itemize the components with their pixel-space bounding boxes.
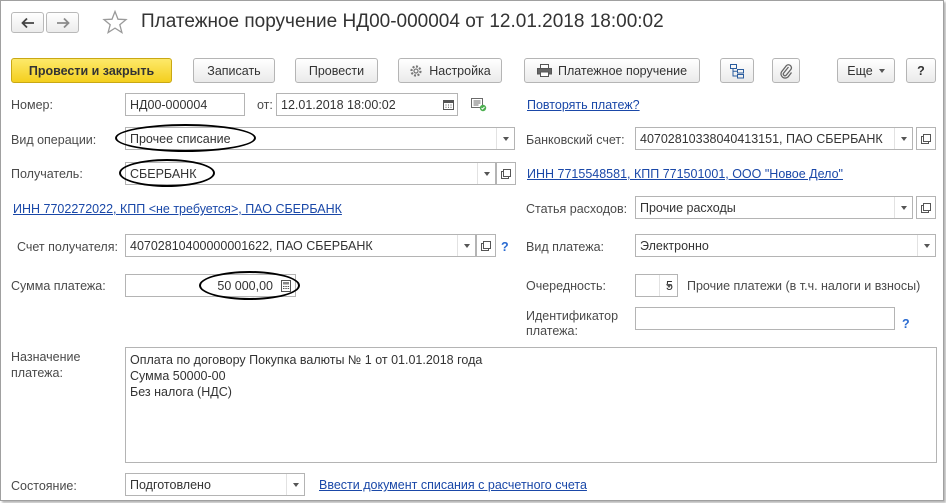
recipient-select[interactable]: СБЕРБАНК [125,162,496,185]
status-label: Состояние: [11,479,77,493]
priority-label: Очередность: [526,279,606,293]
post-button[interactable]: Провести [295,58,378,83]
recipient-account-value: 40702810400000001622, ПАО СБЕРБАНК [130,238,373,253]
forward-button[interactable] [46,12,79,33]
structure-icon [730,63,744,78]
more-label: Еще [847,63,873,78]
paperclip-icon [780,63,793,79]
recipient-label: Получатель: [11,167,83,181]
payment-order-print-button[interactable]: Платежное поручение [524,58,700,83]
recipient-account-select[interactable]: 40702810400000001622, ПАО СБЕРБАНК [125,234,476,257]
chevron-down-icon[interactable] [496,128,514,149]
payment-id-label-line2: платежа: [526,324,578,338]
open-form-icon [481,240,491,251]
recipient-inn-link[interactable]: ИНН 7702272022, КПП <не требуется>, ПАО … [13,202,342,216]
amount-value: 50 000,00 [217,278,273,293]
chevron-down-icon[interactable] [477,163,495,184]
chevron-down-icon[interactable] [659,275,677,296]
amount-field[interactable]: 50 000,00 [125,274,296,297]
open-form-icon [921,133,931,144]
expense-item-value: Прочие расходы [640,200,736,215]
payment-type-value: Электронно [640,238,709,253]
date-label: от: [257,98,273,112]
bank-account-select[interactable]: 40702810338040413151, ПАО СБЕРБАНК [635,127,913,150]
status-value: Подготовлено [130,477,211,492]
purpose-label-line1: Назначение [11,350,81,364]
operation-type-select[interactable]: Прочее списание [125,127,515,150]
structure-button[interactable] [720,58,754,83]
back-button[interactable] [11,12,44,33]
recipient-account-label: Счет получателя: [17,240,118,254]
purpose-line: Без налога (НДС) [130,385,232,399]
chevron-down-icon[interactable] [286,474,304,495]
arrow-right-icon [56,17,70,28]
priority-description: Прочие платежи (в т.ч. налоги и взносы) [687,279,921,293]
payment-type-label: Вид платежа: [526,240,605,254]
enter-writeoff-link[interactable]: Ввести документ списания с расчетного сч… [319,478,587,492]
save-button[interactable]: Записать [193,58,275,83]
repeat-payment-link[interactable]: Повторять платеж? [527,98,640,112]
settings-label: Настройка [429,63,491,78]
chevron-down-icon[interactable] [894,128,912,149]
operation-type-value: Прочее списание [130,131,231,146]
purpose-textarea[interactable]: Оплата по договору Покупка валюты № 1 от… [125,347,937,463]
number-value: НД00-000004 [130,97,208,112]
printer-icon [536,64,552,77]
arrow-left-icon [20,17,34,28]
settings-button[interactable]: Настройка [398,58,502,83]
number-label: Номер: [11,98,53,112]
attach-button[interactable] [772,58,800,83]
help-button[interactable]: ? [906,58,936,83]
payment-id-label-line1: Идентификатор [526,309,619,323]
expense-item-label: Статья расходов: [526,202,628,216]
bank-account-value: 40702810338040413151, ПАО СБЕРБАНК [640,131,883,146]
payment-id-help[interactable]: ? [902,317,910,331]
open-bank-account-button[interactable] [916,127,936,150]
calendar-icon[interactable] [439,94,457,115]
open-expense-item-button[interactable] [916,196,936,219]
more-button[interactable]: Еще [837,58,895,83]
status-select[interactable]: Подготовлено [125,473,305,496]
open-form-icon [501,168,511,179]
recipient-value: СБЕРБАНК [130,166,197,181]
open-recipient-button[interactable] [496,162,516,185]
purpose-label-line2: платежа: [11,366,63,380]
star-icon [102,9,128,34]
chevron-down-icon[interactable] [917,235,935,256]
bank-account-label: Банковский счет: [526,133,625,147]
payment-id-input[interactable] [635,307,895,330]
chevron-down-icon[interactable] [457,235,475,256]
number-field[interactable]: НД00-000004 [125,93,245,116]
date-field[interactable]: 12.01.2018 18:00:02 [276,93,458,116]
calculator-icon[interactable] [277,275,295,296]
favorite-button[interactable] [102,9,128,35]
payment-order-label: Платежное поручение [557,63,688,78]
page-title: Платежное поручение НД00-000004 от 12.01… [141,11,664,32]
priority-select[interactable]: 5 [635,274,678,297]
gear-icon [409,64,423,78]
recipient-account-help[interactable]: ? [501,240,509,254]
chevron-down-icon [878,68,885,73]
purpose-line: Сумма 50000-00 [130,369,226,383]
date-value: 12.01.2018 18:00:02 [281,97,396,112]
expense-item-select[interactable]: Прочие расходы [635,196,913,219]
document-window: Платежное поручение НД00-000004 от 12.01… [0,0,944,501]
amount-label: Сумма платежа: [11,279,106,293]
payment-type-select[interactable]: Электронно [635,234,936,257]
chevron-down-icon[interactable] [894,197,912,218]
operation-type-label: Вид операции: [11,133,97,147]
post-and-close-button[interactable]: Провести и закрыть [11,58,172,83]
open-recipient-account-button[interactable] [476,234,496,257]
open-form-icon [921,202,931,213]
document-journal-icon[interactable] [471,98,487,115]
purpose-line: Оплата по договору Покупка валюты № 1 от… [130,353,483,367]
organization-inn-link[interactable]: ИНН 7715548581, КПП 771501001, ООО "Ново… [527,167,843,181]
